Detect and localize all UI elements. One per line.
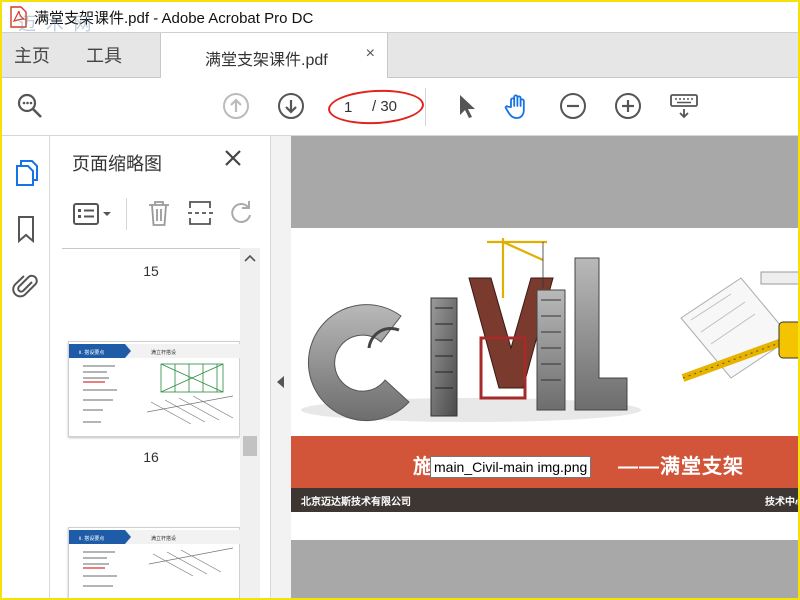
department-name: 技术中心: [765, 497, 798, 508]
svg-text:满立杆搭设: 满立杆搭设: [151, 535, 176, 542]
collapse-arrow-icon: [277, 376, 284, 388]
tab-document[interactable]: 满堂支架课件.pdf ×: [160, 33, 388, 79]
svg-text:满立杆搭设: 满立杆搭设: [151, 349, 176, 356]
thumbnail-list: 15 Ⅱ. 搭设要点 满立杆搭设 16 Ⅱ. 搭设要点 满立杆搭设: [62, 248, 240, 598]
options-menu-icon[interactable]: [72, 200, 116, 228]
pdf-page-1: 施——满堂支架 北京迈达斯技术有限公司 技术中心: [291, 228, 798, 540]
panel-title: 页面缩略图: [72, 154, 162, 174]
company-name: 北京迈达斯技术有限公司: [301, 497, 411, 508]
zoom-in-icon[interactable]: [614, 92, 642, 120]
footer-strip: 北京迈达斯技术有限公司 技术中心: [291, 488, 798, 512]
tab-bar: 主页 工具 满堂支架课件.pdf ×: [2, 32, 798, 79]
close-panel-icon[interactable]: [222, 147, 244, 169]
next-page-icon[interactable]: [277, 92, 305, 120]
close-tab-icon[interactable]: ×: [366, 45, 375, 63]
svg-text:Ⅱ. 搭设要点: Ⅱ. 搭设要点: [79, 535, 104, 542]
panel-toolbar: [50, 190, 270, 238]
thumbnail-page-number: 16: [143, 449, 159, 465]
thumbnail-page-number: 15: [143, 263, 159, 279]
collapse-panel-handle[interactable]: [270, 136, 291, 598]
bookmarks-icon[interactable]: [12, 214, 40, 244]
image-tooltip: main_Civil-main img.png: [430, 456, 592, 478]
hand-tool-icon[interactable]: [504, 92, 532, 120]
panel-toolbar-divider: [126, 198, 127, 230]
keyboard-input-icon[interactable]: [669, 92, 699, 120]
thumbnail-scrollbar[interactable]: [240, 248, 260, 598]
extract-pages-icon[interactable]: [186, 198, 214, 228]
title-bar: 满堂支架课件.pdf - Adobe Acrobat Pro DC 迈 木 网: [2, 2, 798, 35]
previous-page-icon[interactable]: [222, 92, 250, 120]
left-rail: [2, 136, 50, 598]
scrollbar-thumb[interactable]: [243, 436, 257, 456]
delete-page-icon[interactable]: [146, 198, 172, 228]
thumbnails-panel: 页面缩略图 15 Ⅱ. 搭设要点 满立杆搭设 16 Ⅱ. 搭设要点 满立杆搭设: [50, 136, 270, 598]
thumbnail-page-17[interactable]: Ⅱ. 搭设要点 满立杆搭设: [68, 527, 240, 598]
toolbar: / 30: [2, 78, 798, 136]
tab-home[interactable]: 主页: [14, 33, 50, 79]
search-zoom-icon[interactable]: [16, 92, 44, 120]
toolbar-divider: [425, 88, 426, 126]
thumbnail-page-16[interactable]: Ⅱ. 搭设要点 满立杆搭设: [68, 341, 240, 437]
attachments-icon[interactable]: [12, 272, 40, 302]
svg-text:Ⅱ. 搭设要点: Ⅱ. 搭设要点: [79, 349, 104, 356]
zoom-out-icon[interactable]: [559, 92, 587, 120]
civil-main-image: [291, 228, 798, 436]
page-thumbnails-icon[interactable]: [12, 158, 40, 188]
tab-tools[interactable]: 工具: [86, 33, 122, 79]
rotate-page-icon[interactable]: [228, 198, 254, 228]
document-view[interactable]: 施——满堂支架 北京迈达斯技术有限公司 技术中心: [291, 136, 798, 598]
select-cursor-icon[interactable]: [452, 92, 480, 120]
document-tab-label: 满堂支架课件.pdf: [205, 52, 328, 69]
